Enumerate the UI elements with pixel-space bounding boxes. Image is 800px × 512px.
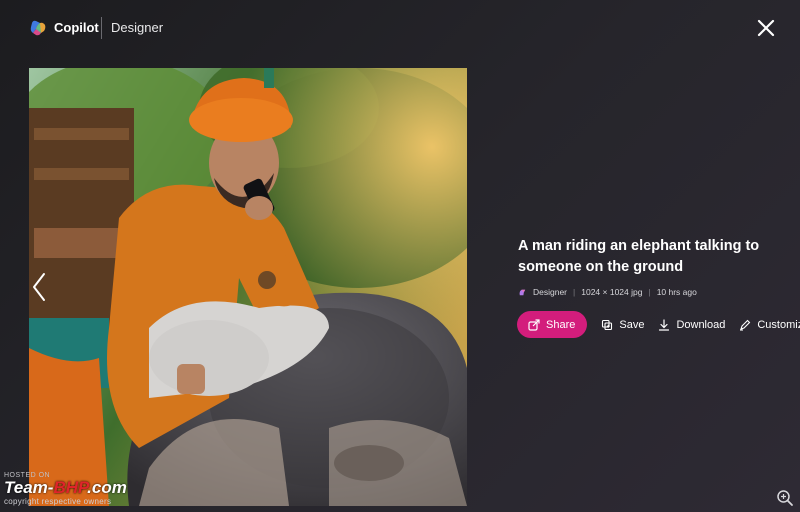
top-bar: Copilot Designer xyxy=(0,0,800,56)
brand-name: Copilot xyxy=(54,20,99,35)
image-meta: Designer | 1024 × 1024 jpg | 10 hrs ago xyxy=(518,287,697,297)
download-icon xyxy=(659,318,670,331)
share-icon xyxy=(528,318,540,331)
watermark-site-part3: .com xyxy=(87,478,127,497)
save-button[interactable]: Save xyxy=(601,319,644,331)
watermark-site-part2: BHP xyxy=(53,478,88,497)
action-bar: Share Save Download Customize xyxy=(517,311,800,338)
copilot-logo-icon xyxy=(30,20,46,36)
download-button[interactable]: Download xyxy=(658,319,725,331)
product-name: Designer xyxy=(111,20,164,35)
save-icon xyxy=(602,319,613,330)
customize-button[interactable]: Customize xyxy=(739,319,800,331)
share-button[interactable]: Share xyxy=(517,311,588,338)
meta-separator: | xyxy=(573,287,576,297)
header-divider xyxy=(101,17,102,39)
watermark-copyright: copyright respective owners xyxy=(4,497,112,506)
meta-dimensions: 1024 × 1024 jpg xyxy=(581,287,643,297)
save-label: Save xyxy=(619,318,645,331)
customize-label: Customize xyxy=(757,318,800,331)
close-icon[interactable] xyxy=(755,17,777,39)
download-label: Download xyxy=(676,318,726,331)
generated-image[interactable] xyxy=(29,68,467,506)
image-caption: A man riding an elephant talking to some… xyxy=(518,238,760,275)
watermark: HOSTED ON Team-BHP.com copyright respect… xyxy=(4,472,127,506)
meta-app: Designer xyxy=(533,287,568,297)
share-label: Share xyxy=(546,318,576,331)
meta-separator: | xyxy=(648,287,651,297)
watermark-site: Team-BHP.com xyxy=(4,479,127,497)
customize-icon xyxy=(740,319,751,331)
meta-time: 10 hrs ago xyxy=(656,287,697,297)
designer-icon xyxy=(519,289,526,295)
chevron-left-icon[interactable] xyxy=(28,270,52,304)
generated-image-picture xyxy=(29,68,467,506)
zoom-icon[interactable] xyxy=(776,489,794,507)
watermark-site-part1: Team- xyxy=(4,478,54,497)
